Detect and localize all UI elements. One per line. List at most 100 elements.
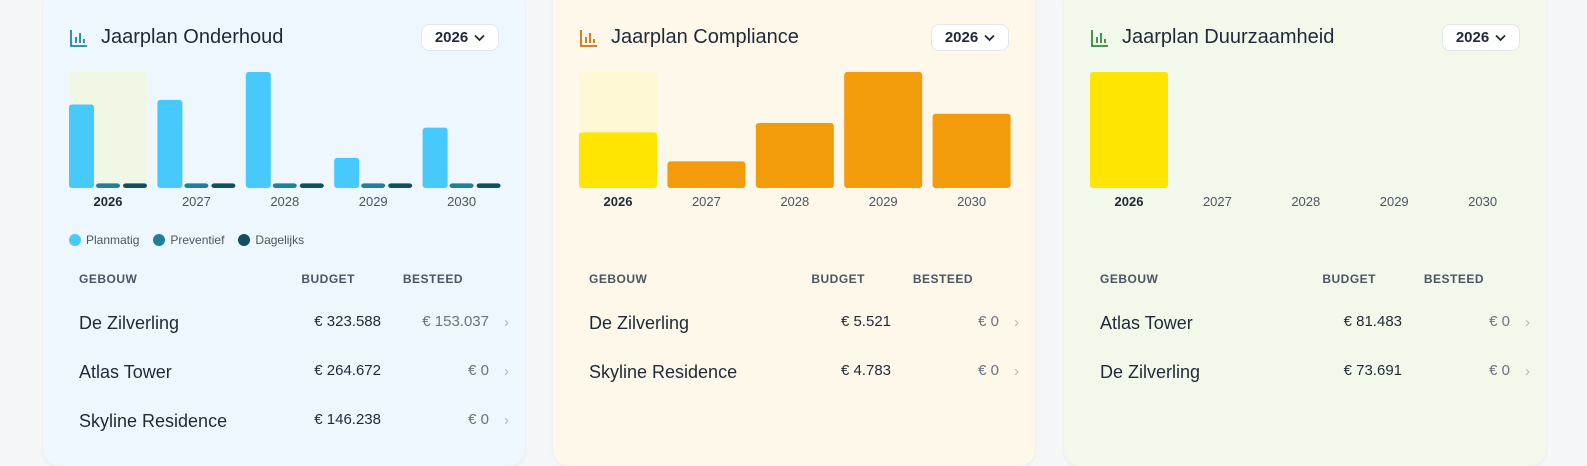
x-tick-label: 2028 (270, 194, 299, 209)
legend-label: Planmatig (86, 233, 140, 247)
x-tick-label: 2026 (604, 194, 633, 209)
bar-2027[interactable] (667, 161, 746, 188)
bar-planmatig-2030[interactable] (422, 127, 448, 188)
column-header-budget: BUDGET (301, 272, 355, 286)
building-name: Skyline Residence (79, 411, 228, 431)
spent-value: € 0 (978, 362, 999, 379)
x-tick-label: 2026 (1115, 194, 1144, 209)
chevron-right-icon: › (504, 363, 509, 380)
onderhoud-card: Jaarplan Onderhoud 2026 2026 2027 2028 2029… (43, 0, 525, 466)
table-row[interactable]: Atlas Tower € 81.483 € 0 › (1090, 301, 1530, 341)
year-select[interactable]: 2026 (1442, 24, 1520, 51)
chevron-down-icon (474, 34, 485, 41)
bar-preventief-2029[interactable] (361, 183, 386, 188)
building-name: Atlas Tower (79, 362, 172, 382)
column-header-besteed: BESTEED (402, 272, 463, 286)
spent-value: € 0 (468, 362, 489, 379)
x-tick-label: 2028 (780, 194, 809, 209)
legend-item-planmatig: Planmatig (69, 233, 139, 247)
x-tick-label: 2028 (1291, 194, 1320, 209)
x-tick-label: 2030 (447, 194, 476, 209)
legend-item-preventief: Preventief (153, 233, 224, 247)
spent-value: € 0 (978, 313, 999, 330)
year-select-value: 2026 (434, 29, 469, 46)
x-tick-label: 2029 (869, 194, 898, 209)
budget-value: € 146.238 (314, 411, 381, 428)
chevron-right-icon: › (1014, 314, 1019, 331)
legend-label: Dagelijks (255, 233, 305, 247)
legend-dot (69, 234, 81, 246)
year-select-value: 2026 (944, 29, 979, 46)
compliance-card: Jaarplan Compliance 2026 2026 2027 2028 202… (553, 0, 1035, 466)
x-tick-label: 2029 (359, 194, 388, 209)
column-header-besteed: BESTEED (1423, 272, 1484, 286)
card-title: Jaarplan Onderhoud (101, 26, 284, 48)
spent-value: € 0 (468, 411, 489, 428)
budget-value: € 73.691 (1343, 362, 1402, 379)
table-row[interactable]: De Zilverling € 5.521 € 0 › (579, 301, 1019, 341)
building-name: De Zilverling (79, 313, 180, 333)
card-title: Jaarplan Compliance (611, 26, 799, 48)
budget-value: € 264.672 (314, 362, 381, 379)
column-header-besteed: BESTEED (912, 272, 973, 286)
legend-label: Preventief (170, 233, 225, 247)
bar-dagelijks-2030[interactable] (476, 183, 501, 188)
year-select[interactable]: 2026 (931, 24, 1009, 51)
budget-value: € 323.588 (314, 313, 381, 330)
bar-2030[interactable] (932, 113, 1011, 188)
bar-2029[interactable] (844, 72, 923, 188)
bar-planmatig-2029[interactable] (334, 157, 360, 188)
bar-planmatig-2028[interactable] (245, 72, 271, 188)
bar-2026[interactable] (1090, 72, 1168, 188)
chevron-right-icon: › (504, 314, 509, 331)
bar-planmatig-2026[interactable] (69, 104, 94, 188)
bar-preventief-2027[interactable] (184, 183, 209, 188)
bar-preventief-2030[interactable] (449, 183, 474, 188)
spent-value: € 0 (1489, 362, 1510, 379)
table-row[interactable]: De Zilverling € 73.691 € 0 › (1090, 350, 1530, 390)
chevron-down-icon (1495, 34, 1506, 41)
x-tick-label: 2029 (1380, 194, 1409, 209)
x-tick-label: 2027 (182, 194, 211, 209)
chevron-right-icon: › (1525, 363, 1530, 380)
column-header-budget: BUDGET (1322, 272, 1376, 286)
x-tick-label: 2027 (1203, 194, 1232, 209)
year-select-value: 2026 (1455, 29, 1490, 46)
table-row[interactable]: De Zilverling € 323.588 € 153.037 › (69, 301, 509, 341)
chevron-right-icon: › (1014, 363, 1019, 380)
table-row[interactable]: Skyline Residence € 146.238 € 0 › (69, 399, 509, 439)
building-name: De Zilverling (589, 313, 690, 333)
bar-chart-icon (580, 30, 597, 47)
chart-legend: Planmatig Preventief Dagelijks (69, 233, 304, 247)
x-tick-label: 2026 (94, 194, 123, 209)
x-tick-label: 2027 (692, 194, 721, 209)
bar-dagelijks-2029[interactable] (388, 183, 413, 188)
bar-preventief-2026[interactable] (96, 183, 120, 188)
bar-planmatig-2027[interactable] (157, 99, 183, 188)
table-row[interactable]: Skyline Residence € 4.783 € 0 › (579, 350, 1019, 390)
legend-item-dagelijks: Dagelijks (238, 233, 304, 247)
bar-dagelijks-2026[interactable] (123, 183, 147, 188)
building-name: Skyline Residence (589, 362, 738, 382)
bar-chart-icon (1091, 30, 1108, 47)
x-tick-label: 2030 (1468, 194, 1497, 209)
building-name: Atlas Tower (1100, 313, 1193, 333)
column-header-budget: BUDGET (811, 272, 865, 286)
year-select[interactable]: 2026 (421, 24, 499, 51)
column-header-gebouw: GEBOUW (1100, 272, 1159, 286)
column-header-gebouw: GEBOUW (589, 272, 648, 286)
card-title: Jaarplan Duurzaamheid (1122, 26, 1335, 48)
table-row[interactable]: Atlas Tower € 264.672 € 0 › (69, 350, 509, 390)
spent-value: € 0 (1489, 313, 1510, 330)
budget-value: € 4.783 (840, 362, 891, 379)
bar-dagelijks-2028[interactable] (299, 183, 324, 188)
bar-2026[interactable] (579, 132, 657, 188)
budget-value: € 81.483 (1343, 313, 1402, 330)
bar-2028[interactable] (755, 123, 834, 188)
chevron-right-icon: › (1525, 314, 1530, 331)
bar-chart-icon (70, 30, 87, 47)
legend-dot (153, 234, 166, 246)
bar-preventief-2028[interactable] (272, 183, 297, 188)
bar-dagelijks-2027[interactable] (211, 183, 236, 188)
chevron-right-icon: › (504, 412, 509, 429)
